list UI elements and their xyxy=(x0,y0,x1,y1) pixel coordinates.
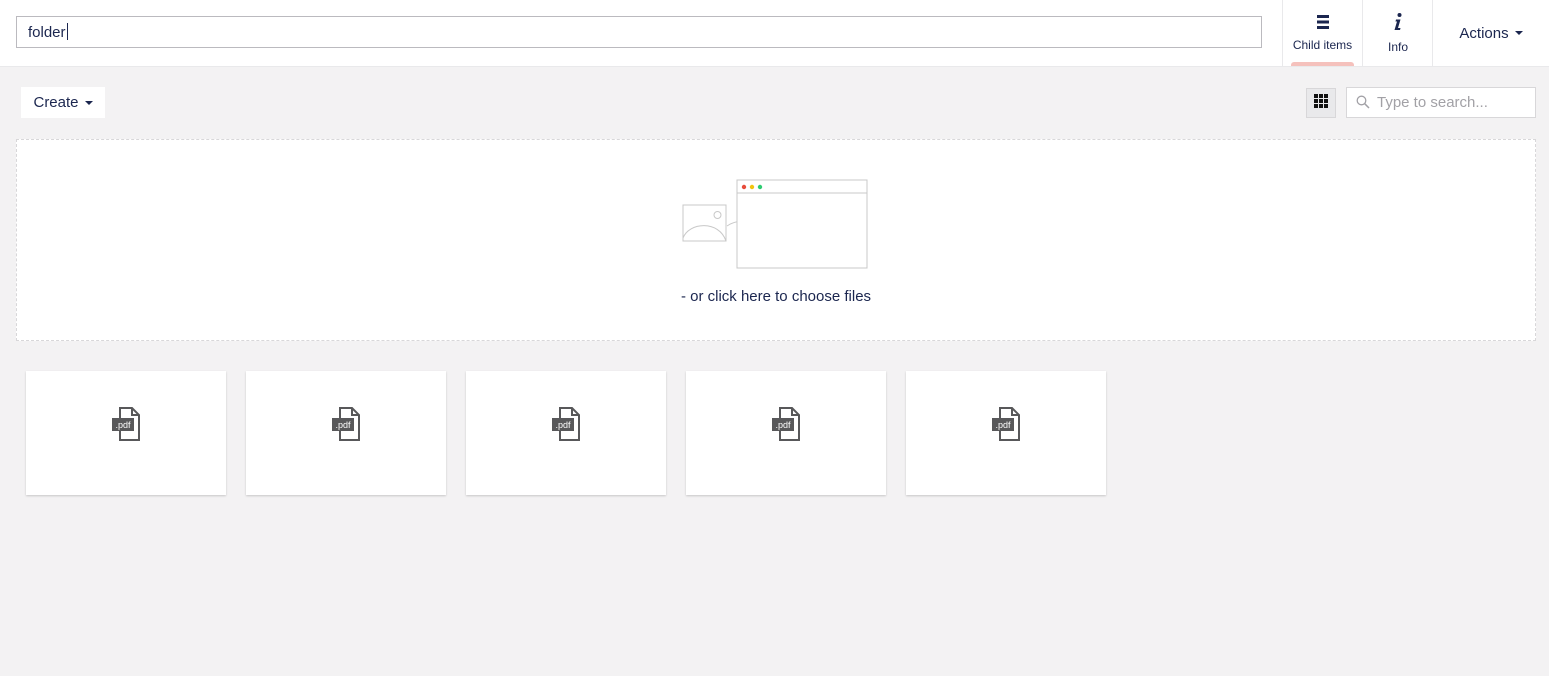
pdf-file-icon: .pdf xyxy=(991,406,1021,446)
create-button[interactable]: Create xyxy=(21,87,105,118)
caret-down-icon xyxy=(84,100,93,105)
file-ext-label: .pdf xyxy=(555,420,571,430)
file-dropzone[interactable]: - or click here to choose files xyxy=(16,139,1536,341)
file-ext-label: .pdf xyxy=(995,420,1011,430)
actions-button[interactable]: Actions xyxy=(1432,0,1549,66)
child-items-label: Child items xyxy=(1292,37,1353,52)
search-icon xyxy=(1356,95,1370,114)
create-label: Create xyxy=(33,94,79,111)
file-card[interactable]: .pdf xyxy=(466,371,666,495)
info-button[interactable]: Info xyxy=(1362,0,1433,66)
search-field xyxy=(1346,87,1536,118)
active-indicator xyxy=(1291,62,1354,66)
upload-illustration-icon xyxy=(681,178,887,277)
file-card[interactable]: .pdf xyxy=(246,371,446,495)
child-items-button[interactable]: Child items xyxy=(1282,0,1362,66)
pdf-file-icon: .pdf xyxy=(331,406,361,446)
info-label: Info xyxy=(1387,39,1408,54)
file-ext-label: .pdf xyxy=(775,420,791,430)
file-ext-label: .pdf xyxy=(115,420,131,430)
grid-view-button[interactable] xyxy=(1306,88,1336,118)
grid-view-icon xyxy=(1314,93,1328,113)
file-ext-label: .pdf xyxy=(335,420,351,430)
actions-label: Actions xyxy=(1459,24,1509,42)
search-input[interactable] xyxy=(1377,88,1532,117)
info-icon xyxy=(1393,12,1403,36)
pdf-file-icon: .pdf xyxy=(111,406,141,446)
pdf-file-icon: .pdf xyxy=(771,406,801,446)
content-header: Child items Info Actions xyxy=(0,0,1549,67)
name-input[interactable] xyxy=(16,16,1262,48)
caret-down-icon xyxy=(1514,31,1523,35)
pdf-file-icon: .pdf xyxy=(551,406,581,446)
list-icon xyxy=(1316,14,1329,34)
file-card[interactable]: .pdf xyxy=(26,371,226,495)
text-caret xyxy=(67,23,68,40)
file-card[interactable]: .pdf xyxy=(686,371,886,495)
dropzone-text: - or click here to choose files xyxy=(680,288,872,305)
file-card[interactable]: .pdf xyxy=(906,371,1106,495)
